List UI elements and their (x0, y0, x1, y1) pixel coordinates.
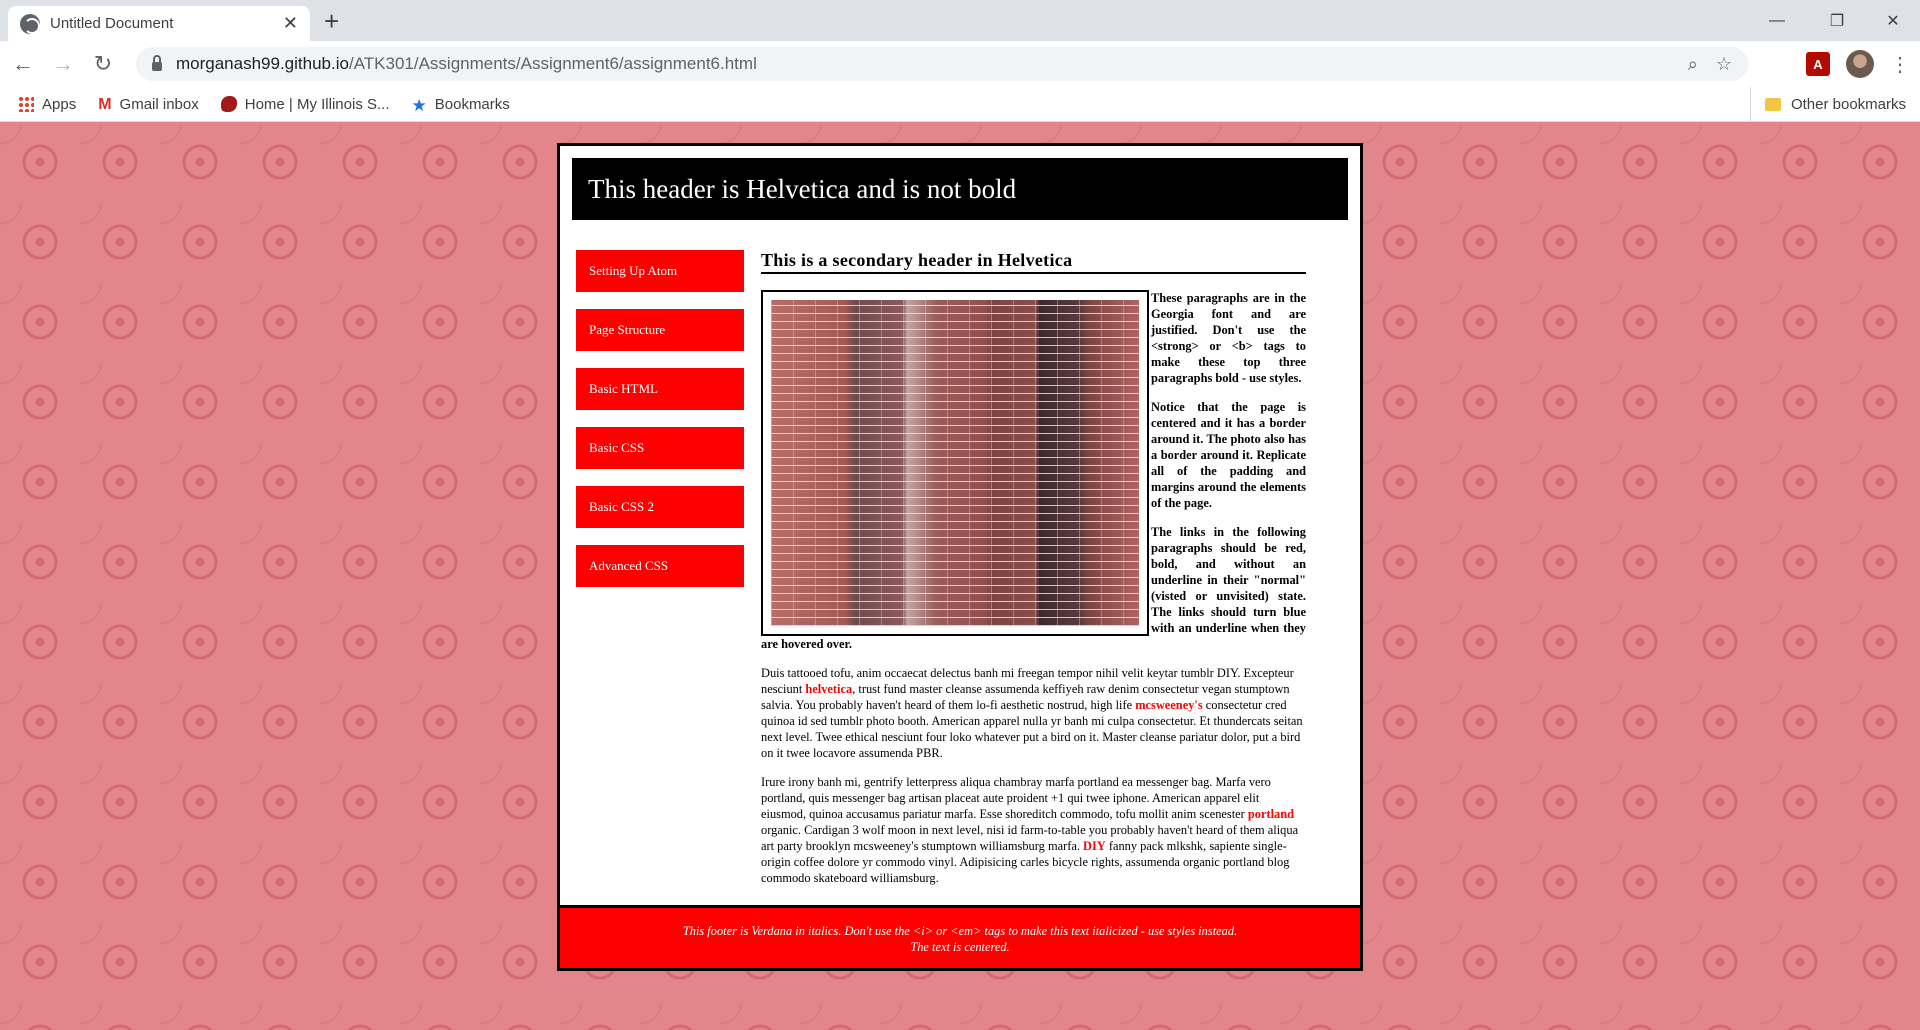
tab-bar: Untitled Document ✕ + — ❐ ✕ (0, 0, 1920, 41)
menu-icon[interactable]: ⋮ (1890, 52, 1910, 77)
forward-button[interactable]: → (46, 47, 80, 81)
toolbar-extensions: A ⋮ (1806, 47, 1910, 81)
gmail-icon: M (98, 96, 112, 113)
address-bar[interactable]: morganash99.github.io/ATK301/Assignments… (136, 47, 1748, 81)
side-navigation: Setting Up Atom Page Structure Basic HTM… (576, 250, 744, 899)
brick-photo (761, 290, 1149, 636)
page-title: This header is Helvetica and is not bold (588, 173, 1017, 204)
page-container: This header is Helvetica and is not bold… (557, 143, 1363, 971)
secondary-header: This is a secondary header in Helvetica (761, 250, 1306, 274)
bookmark-apps[interactable]: Apps (18, 96, 76, 113)
nav-setting-up-atom[interactable]: Setting Up Atom (576, 250, 744, 292)
back-button[interactable]: ← (6, 47, 40, 81)
bookmark-label: Gmail inbox (119, 95, 199, 113)
link-diy[interactable]: DIY (1083, 839, 1106, 853)
bookmark-bookmarks[interactable]: ★ Bookmarks (411, 95, 510, 116)
page-background: This header is Helvetica and is not bold… (0, 122, 1920, 1030)
link-helvetica[interactable]: helvetica (805, 682, 852, 696)
tab-title: Untitled Document (50, 15, 174, 32)
other-bookmarks[interactable]: Other bookmarks (1749, 87, 1906, 121)
body-paragraph-2: Irure irony banh mi, gentrify letterpres… (761, 774, 1306, 886)
apps-grid-icon (18, 96, 34, 112)
main-content: This is a secondary header in Helvetica … (761, 250, 1306, 899)
browser-toolbar: ← → ↻ morganash99.github.io/ATK301/Assig… (0, 41, 1920, 87)
page-header: This header is Helvetica and is not bold (572, 158, 1348, 220)
content-area: Setting Up Atom Page Structure Basic HTM… (560, 220, 1360, 899)
window-close-button[interactable]: ✕ (1866, 0, 1920, 41)
browser-tab[interactable]: Untitled Document ✕ (8, 6, 310, 41)
bookmark-star-icon[interactable]: ☆ (1716, 54, 1732, 75)
nav-basic-css[interactable]: Basic CSS (576, 427, 744, 469)
link-mcsweeneys[interactable]: mcsweeney's (1135, 698, 1202, 712)
bookmark-label: Bookmarks (434, 95, 510, 113)
footer-line-2: The text is centered. (910, 940, 1010, 954)
star-icon: ★ (411, 96, 427, 115)
page-footer: This footer is Verdana in italics. Don't… (560, 905, 1360, 968)
url-path: /ATK301/Assignments/Assignment6/assignme… (348, 54, 757, 73)
other-bookmarks-label: Other bookmarks (1790, 95, 1906, 113)
restore-button[interactable]: ❐ (1810, 0, 1864, 41)
bookmark-my-illinois[interactable]: Home | My Illinois S... (220, 95, 390, 113)
brick-wall-image (771, 300, 1139, 626)
body-paragraph-1: Duis tattooed tofu, anim occaecat delect… (761, 665, 1306, 761)
new-tab-button[interactable]: + (324, 6, 339, 37)
pdf-extension-icon[interactable]: A (1806, 52, 1830, 76)
bookmarks-bar: Apps M Gmail inbox Home | My Illinois S.… (0, 87, 1920, 122)
profile-avatar[interactable] (1846, 50, 1874, 78)
folder-icon (1764, 97, 1781, 111)
reload-button[interactable]: ↻ (86, 47, 120, 81)
nav-page-structure[interactable]: Page Structure (576, 309, 744, 351)
minimize-button[interactable]: — (1750, 0, 1804, 41)
bookmark-label: Apps (42, 95, 77, 113)
cardinal-icon (220, 96, 237, 112)
close-tab-icon[interactable]: ✕ (283, 13, 298, 34)
footer-line-1: This footer is Verdana in italics. Don't… (682, 924, 1238, 938)
globe-icon (20, 13, 40, 34)
bookmark-label: Home | My Illinois S... (244, 95, 390, 113)
nav-advanced-css[interactable]: Advanced CSS (576, 545, 744, 587)
nav-basic-html[interactable]: Basic HTML (576, 368, 744, 410)
text-run: Irure irony banh mi, gentrify letterpres… (761, 775, 1271, 821)
bookmark-gmail[interactable]: M Gmail inbox (98, 95, 199, 114)
zoom-icon[interactable]: ⌕ (1688, 54, 1698, 75)
url-host: morganash99.github.io (176, 54, 349, 73)
url-text[interactable]: morganash99.github.io/ATK301/Assignments… (176, 54, 1670, 74)
link-portland[interactable]: portland (1248, 807, 1294, 821)
lock-icon (152, 54, 162, 71)
nav-basic-css-2[interactable]: Basic CSS 2 (576, 486, 744, 528)
